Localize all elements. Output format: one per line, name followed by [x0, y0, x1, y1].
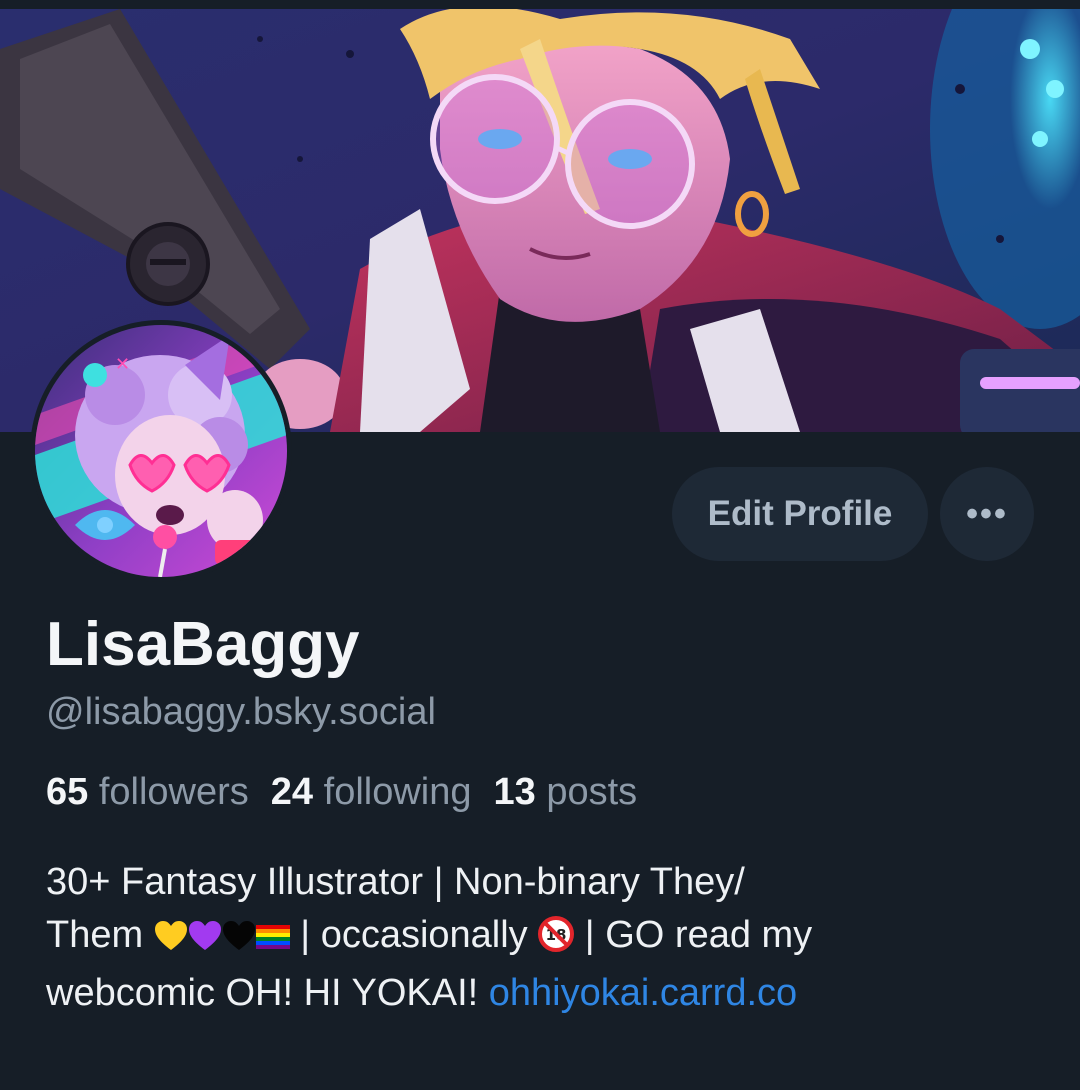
no-under-18-icon: 18	[538, 914, 575, 967]
bio-line-3-start: webcomic OH! HI YOKAI!	[46, 972, 489, 1014]
display-name: LisaBaggy	[46, 610, 360, 679]
purple-heart-icon	[188, 914, 222, 967]
following-label: following	[323, 771, 472, 813]
posts-stat: 13 posts	[494, 771, 638, 813]
following-count: 24	[270, 771, 314, 813]
posts-label: posts	[546, 771, 638, 813]
more-options-button[interactable]: •••	[940, 467, 1034, 561]
top-strip	[0, 0, 1080, 9]
followers-count: 65	[46, 771, 89, 813]
posts-count: 13	[493, 771, 536, 813]
bio-link[interactable]: ohhiyokai.carrd.co	[489, 972, 797, 1014]
black-heart-icon	[222, 914, 256, 967]
bio-line-1: 30+ Fantasy Illustrator | Non-binary The…	[46, 861, 745, 903]
rainbow-flag-icon	[255, 914, 290, 967]
bio-line-2-mid: | occasionally	[289, 914, 539, 956]
bio-line-2-start: Them	[46, 914, 144, 956]
followers-label: followers	[98, 771, 249, 813]
profile-bio: 30+ Fantasy Illustrator | Non-binary The…	[46, 856, 1046, 1020]
following-link[interactable]: 24 following	[271, 771, 472, 813]
profile-handle: @lisabaggy.bsky.social	[46, 691, 436, 733]
svg-text:✕: ✕	[115, 354, 130, 375]
more-options-icon: •••	[966, 494, 1008, 533]
edit-profile-button[interactable]: Edit Profile	[672, 467, 928, 561]
yellow-heart-icon	[154, 914, 188, 967]
profile-stats: 65 followers 24 following 13 posts	[46, 768, 637, 816]
followers-link[interactable]: 65 followers	[46, 771, 249, 813]
avatar[interactable]: ✕	[30, 320, 292, 582]
avatar-image: ✕	[35, 325, 287, 577]
bio-line-2-end: | GO read my	[574, 914, 813, 956]
